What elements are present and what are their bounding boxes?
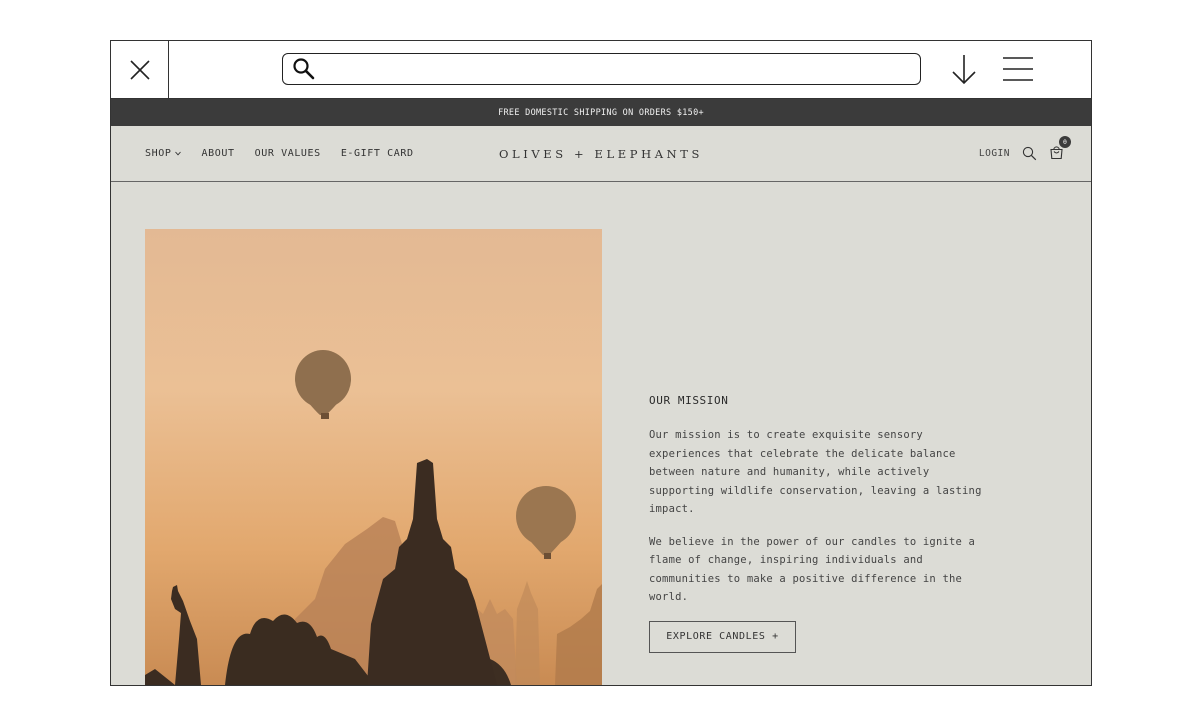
mission-title: OUR MISSION [649,394,729,407]
mission-paragraph: We believe in the power of our candles t… [649,535,976,604]
close-icon [129,59,150,80]
download-arrow-icon[interactable] [951,53,977,87]
close-button[interactable] [111,41,169,98]
search-icon [293,58,315,80]
nav-item-e-gift-card[interactable]: E-GIFT CARD [341,148,414,159]
browser-frame: FREE DOMESTIC SHIPPING ON ORDERS $150+ S… [110,40,1092,686]
explore-candles-button[interactable]: EXPLORE CANDLES + [649,620,796,653]
browser-search-input[interactable] [323,58,907,82]
announcement-bar: FREE DOMESTIC SHIPPING ON ORDERS $150+ [111,99,1091,126]
hero-image-balloons-temples [145,229,602,685]
login-link[interactable]: LOGIN [979,148,1010,159]
nav-item-label: SHOP [145,148,172,159]
announcement-text: FREE DOMESTIC SHIPPING ON ORDERS $150+ [498,107,704,118]
search-icon[interactable] [1022,146,1037,161]
browser-search-bar[interactable] [282,53,921,85]
header-actions: LOGIN 0 [979,126,1071,181]
brand-logo[interactable]: OLIVES + ELEPHANTS [491,126,711,181]
nav-item-about[interactable]: ABOUT [201,148,234,159]
chevron-down-icon [175,151,182,156]
cart-button[interactable]: 0 [1049,135,1071,163]
nav-item-shop[interactable]: SHOP [145,148,182,159]
mission-section: OUR MISSION Our mission is to create exq… [649,394,999,653]
hamburger-menu-icon[interactable] [1003,55,1033,83]
cart-count-badge: 0 [1059,135,1071,148]
nav-item-our-values[interactable]: OUR VALUES [255,148,321,159]
browser-toolbar [111,41,1091,99]
site-header: SHOP ABOUT OUR VALUES E-GIFT CARD OLIVES… [111,126,1091,182]
mission-paragraph: Our mission is to create exquisite senso… [649,429,982,515]
main-nav: SHOP ABOUT OUR VALUES E-GIFT CARD [145,126,414,181]
